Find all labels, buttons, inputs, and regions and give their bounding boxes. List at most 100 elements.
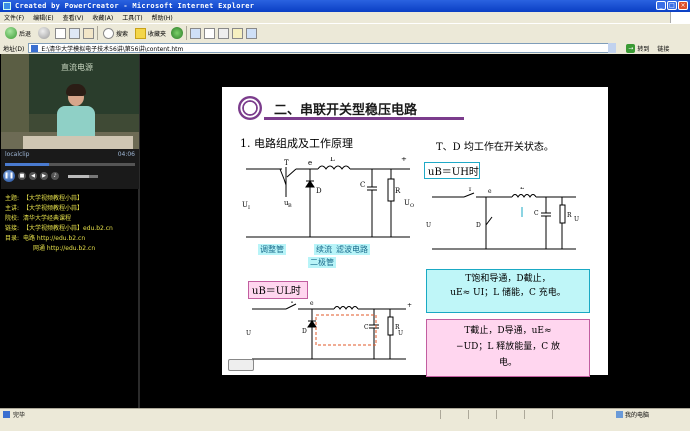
- close-button[interactable]: ×: [678, 1, 688, 10]
- menu-help[interactable]: 帮助(H): [152, 13, 173, 22]
- favorites-button[interactable]: 收藏夹: [133, 26, 168, 41]
- svg-text:U: U: [574, 216, 579, 223]
- svg-text:L: L: [520, 187, 524, 191]
- menu-tools[interactable]: 工具(T): [122, 13, 142, 22]
- media-icon[interactable]: [171, 27, 184, 39]
- print-icon[interactable]: [218, 27, 230, 39]
- content-area: 直流电源 localclip 04:06 ❚❚ ■ ◀ ▶ ♪ 主题: 【大学视…: [0, 54, 690, 408]
- bottom-strip: [0, 419, 690, 431]
- svg-text:L: L: [330, 157, 335, 163]
- ie-icon: [3, 2, 11, 10]
- svg-text:R: R: [395, 187, 401, 195]
- stop-icon[interactable]: [55, 27, 67, 39]
- toolbar-separator: [186, 26, 188, 40]
- off-state-description: T截止，D导通，uE≈ −UD；L 释放能量，C 放 电。: [426, 319, 590, 377]
- next-button[interactable]: ▶: [40, 172, 48, 180]
- forward-button[interactable]: [36, 26, 52, 41]
- mute-button[interactable]: ♪: [51, 172, 59, 180]
- state-tag-high: uB＝UH时: [424, 162, 480, 179]
- links-label[interactable]: 链接: [657, 44, 669, 53]
- history-icon[interactable]: [190, 27, 202, 39]
- info-row: 主题: 【大学视频教程小蒜】: [5, 195, 84, 202]
- go-button[interactable]: → 转到: [626, 43, 649, 53]
- media-player: localclip 04:06 ❚❚ ■ ◀ ▶ ♪: [1, 149, 139, 189]
- toolbar: 后退 搜索 收藏夹: [0, 23, 690, 42]
- label-diode: 二极管: [308, 257, 336, 268]
- home-icon[interactable]: [83, 27, 95, 39]
- address-bar: 地址(D) E:\清华大学模拟电子技术56讲\第56讲\content.htm …: [0, 42, 690, 54]
- seek-progress: [5, 163, 50, 166]
- slide-nav-icon[interactable]: [228, 359, 254, 371]
- on-state-circuit: T e D L C R U U: [426, 187, 579, 250]
- status-zone: 我的电脑: [616, 410, 649, 419]
- menu-file[interactable]: 文件(F): [4, 13, 24, 22]
- section-heading: 1. 电路组成及工作原理: [240, 137, 353, 150]
- info-row[interactable]: 目录: 电路 http://edu.b2.cn: [5, 234, 135, 244]
- svg-text:T: T: [284, 159, 289, 167]
- svg-text:U: U: [246, 330, 251, 337]
- stop-button[interactable]: ■: [18, 172, 26, 180]
- svg-text:C: C: [360, 181, 365, 189]
- window-title: Created by PowerCreator - Microsoft Inte…: [15, 2, 255, 10]
- label-regulator-transistor: 调整管: [258, 244, 286, 255]
- refresh-icon[interactable]: [69, 27, 81, 39]
- svg-text:I: I: [248, 205, 250, 211]
- address-dropdown-icon[interactable]: [608, 43, 617, 53]
- player-status: localclip 04:06: [5, 151, 135, 158]
- page-icon: [31, 44, 39, 52]
- volume-slider[interactable]: [68, 174, 98, 178]
- back-button[interactable]: 后退: [3, 26, 33, 41]
- desk: [23, 136, 133, 149]
- svg-text:e: e: [308, 159, 312, 167]
- svg-text:U: U: [398, 330, 403, 337]
- svg-text:D: D: [476, 222, 481, 229]
- info-row: 主讲: 【大学视频教程小蒜】: [5, 205, 84, 212]
- previous-button[interactable]: ◀: [29, 172, 37, 180]
- label-filter: 滤波电路: [334, 244, 370, 255]
- title-underline: [264, 117, 464, 120]
- svg-text:e: e: [310, 301, 314, 307]
- svg-text:C: C: [534, 210, 539, 217]
- state-tag-low: uB＝UL时: [248, 281, 308, 299]
- svg-text:C: C: [364, 324, 369, 331]
- on-state-description: T饱和导通，D截止， uE≈ UI；L 储能，C 充电。: [426, 269, 590, 313]
- switch-state-note: T、D 均工作在开关状态。: [436, 142, 554, 153]
- info-row: 院校: 清华大学经典课程: [5, 215, 72, 222]
- menu-edit[interactable]: 编辑(E): [33, 13, 53, 22]
- svg-text:D: D: [302, 328, 307, 335]
- maximize-button[interactable]: □: [667, 1, 677, 10]
- seek-bar[interactable]: [5, 163, 135, 166]
- mail-icon[interactable]: [204, 27, 216, 39]
- svg-text:B: B: [288, 203, 292, 209]
- course-info: 主题: 【大学视频教程小蒜】 主讲: 【大学视频教程小蒜】 院校: 清华大学经典课程 …: [5, 194, 135, 254]
- pause-button[interactable]: ❚❚: [3, 170, 15, 182]
- menu-favorites[interactable]: 收藏(A): [92, 13, 113, 22]
- status-bar: 完毕 我的电脑: [0, 408, 690, 419]
- info-row[interactable]: 网通 http://edu.b2.cn: [5, 244, 135, 254]
- computer-icon: [616, 411, 623, 418]
- svg-text:D: D: [316, 187, 322, 195]
- folder-icon[interactable]: [232, 27, 244, 39]
- left-panel: 直流电源 localclip 04:06 ❚❚ ■ ◀ ▶ ♪ 主题: 【大学视…: [0, 54, 140, 408]
- minimize-button[interactable]: _: [656, 1, 666, 10]
- menu-view[interactable]: 查看(V): [63, 13, 84, 22]
- windows-logo-icon: [670, 12, 690, 23]
- svg-text:R: R: [567, 212, 572, 219]
- svg-text:+: +: [407, 302, 412, 309]
- star-icon: [135, 27, 147, 39]
- main-circuit-diagram: UI T e D L C R + UO uB: [242, 157, 414, 238]
- info-row[interactable]: 链接: 【大学视频教程小蒜】edu.b2.cn: [5, 224, 135, 234]
- address-input[interactable]: E:\清华大学模拟电子技术56讲\第56讲\content.htm: [28, 43, 617, 53]
- toolbar-separator: [97, 26, 99, 40]
- menu-bar: 文件(F) 编辑(E) 查看(V) 收藏(A) 工具(T) 帮助(H): [0, 12, 690, 23]
- window-controls: _ □ ×: [656, 1, 688, 10]
- lecture-video[interactable]: 直流电源: [1, 54, 139, 149]
- university-seal-icon: [238, 96, 262, 120]
- lecture-slide: 二、串联开关型稳压电路 1. 电路组成及工作原理 T、D 均工作在开关状态。 U…: [222, 87, 608, 377]
- slide-header: 二、串联开关型稳压电路: [238, 96, 464, 120]
- chalkboard: 直流电源: [29, 54, 139, 114]
- svg-text:+: +: [401, 157, 407, 163]
- go-arrow-icon: →: [626, 43, 636, 53]
- messenger-icon[interactable]: [246, 27, 258, 39]
- search-button[interactable]: 搜索: [101, 26, 130, 41]
